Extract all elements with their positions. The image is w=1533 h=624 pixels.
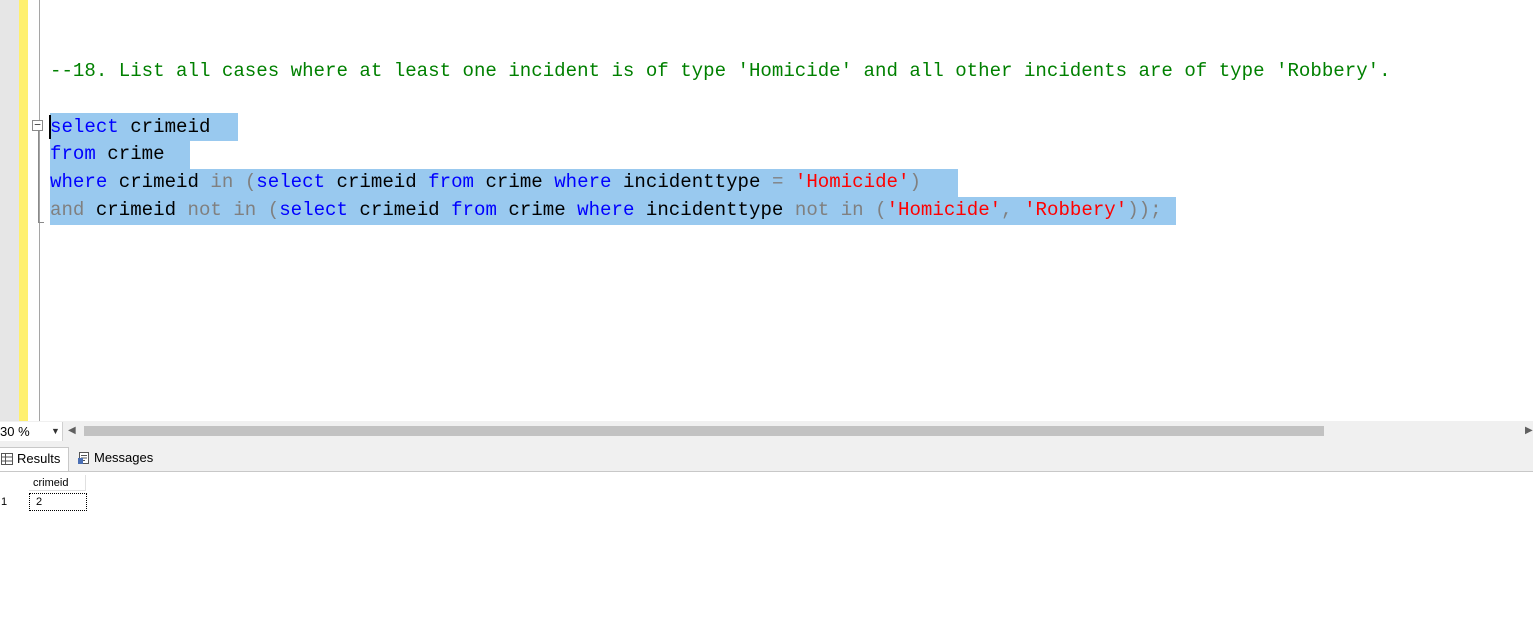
zoom-and-scroll-bar: 30 % ▼ ◀ ▶ [0,421,1533,442]
gutter-separator [39,0,40,421]
code-token: from [50,143,96,165]
code-token: crimeid [118,116,211,138]
code-token: from [428,171,474,193]
collapse-region-icon[interactable]: − [32,119,43,131]
scroll-left-arrow-icon[interactable]: ◀ [68,425,76,436]
row-number[interactable]: 1 [0,494,29,511]
tab-messages-label: Messages [94,450,154,465]
code-token: , [1001,199,1025,221]
messages-icon [78,452,89,464]
code-token: crimeid [347,199,452,221]
code-token: = [771,171,784,193]
query-editor[interactable]: --18. List all cases where at least one … [0,0,1533,421]
code-token: incidenttype [611,171,772,193]
sql-line-and: and crimeid not in (select crimeid from … [50,197,1162,223]
sql-comment: --18. List all cases where at least one … [50,60,1391,82]
code-token: 'Homicide' [794,171,910,193]
horizontal-scrollbar-thumb[interactable] [84,426,1324,436]
code-token: 'Homicide' [886,199,1002,221]
code-token: in [840,199,864,221]
zoom-value: 30 % [0,424,30,439]
code-token: crime [95,143,165,165]
code-token: not [794,199,830,221]
code-token: incidenttype [634,199,795,221]
code-token: where [50,171,108,193]
code-token: crime [496,199,578,221]
editor-left-margin [0,0,19,421]
zoom-dropdown[interactable]: 30 % ▼ [0,422,63,441]
code-token: crimeid [107,171,211,193]
text-caret [49,115,51,139]
code-token: crimeid [325,171,429,193]
code-token: ( [267,199,280,221]
results-grid: crimeid 1 2 [0,472,1533,624]
chevron-down-icon[interactable]: ▼ [51,426,60,436]
tab-results-label: Results [17,451,61,466]
code-token: in [210,171,234,193]
code-token: ) [909,171,921,193]
code-token: ( [244,171,257,193]
code-token: select [50,116,119,138]
change-tracking-bar [19,0,28,421]
code-token: crime [474,171,555,193]
code-token: select [256,171,326,193]
results-tab-strip: Results Messages [0,442,1533,472]
sql-line-select: select crimeid [50,114,210,140]
tab-results[interactable]: Results [0,447,69,471]
sql-line-from: from crime [50,141,165,167]
code-token: ( [875,199,887,221]
code-token: crimeid [84,199,188,221]
code-token: not [187,199,222,221]
column-header-crimeid[interactable]: crimeid [29,475,86,491]
result-cell[interactable]: 2 [29,493,87,511]
grid-icon [1,453,13,465]
code-token: where [577,199,635,221]
code-token: )); [1127,199,1162,221]
code-token: from [451,199,497,221]
code-token: select [279,199,348,221]
tab-messages[interactable]: Messages [76,447,166,471]
code-token: in [233,199,257,221]
code-token: 'Robbery' [1024,199,1128,221]
sql-line-where: where crimeid in (select crimeid from cr… [50,169,921,195]
code-token: and [50,199,85,221]
scroll-right-arrow-icon[interactable]: ▶ [1525,425,1533,436]
fold-guide-end [38,222,44,223]
code-token: where [554,171,612,193]
fold-guide-line [38,131,39,223]
